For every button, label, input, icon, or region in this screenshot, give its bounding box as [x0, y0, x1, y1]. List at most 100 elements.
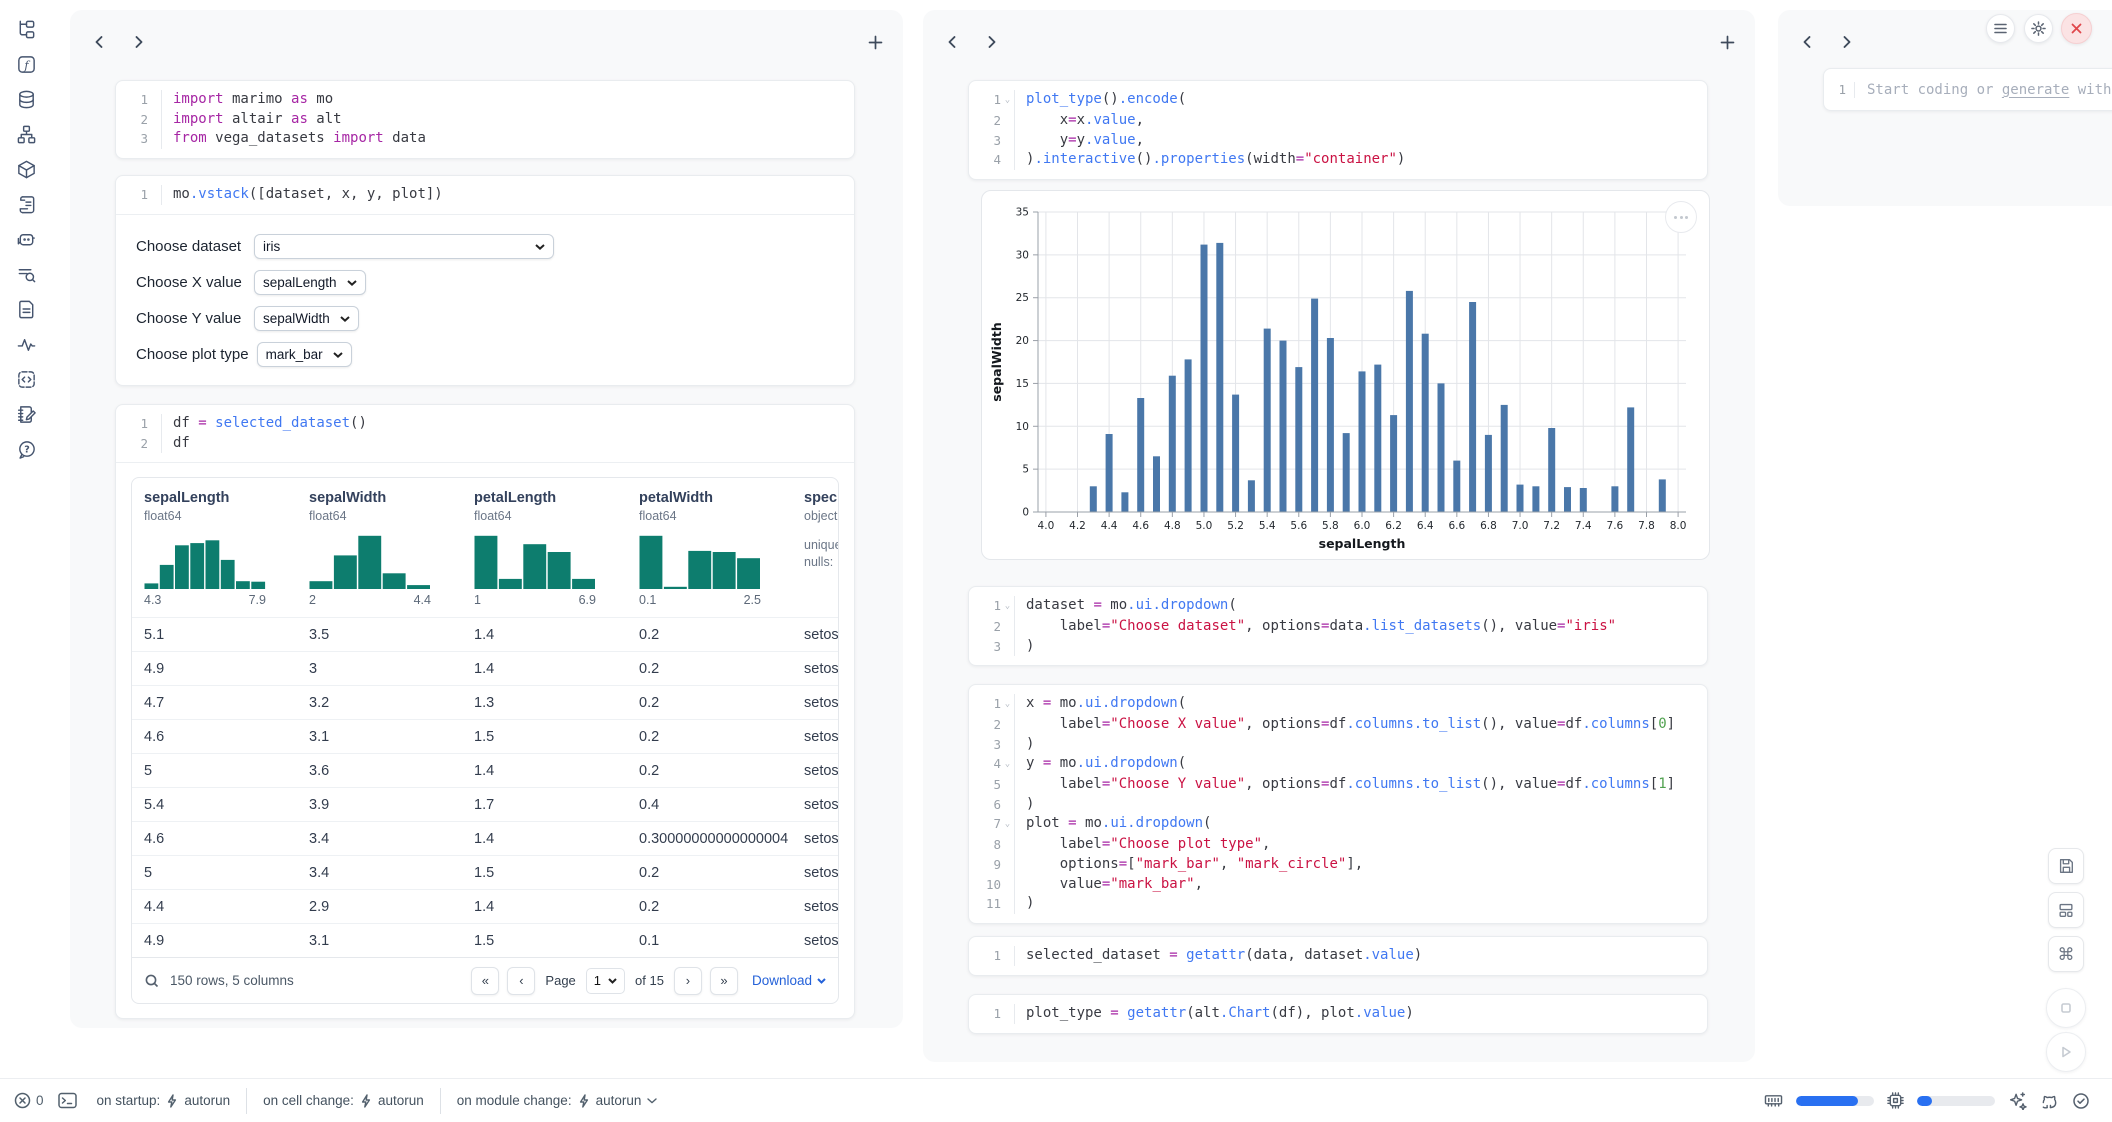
chevron-right-icon[interactable]: [1836, 33, 1858, 51]
fold-chevron-icon[interactable]: ⌄: [1001, 596, 1014, 617]
menu-button[interactable]: [1986, 14, 2015, 43]
runtime-config-menu[interactable]: on cell change:autorun: [257, 1093, 430, 1108]
package-icon[interactable]: [4, 152, 48, 187]
column-name[interactable]: sepalWidth: [309, 490, 462, 506]
file-tree-icon[interactable]: [4, 12, 48, 47]
chart-actions-button[interactable]: [1665, 201, 1697, 233]
terminal-button[interactable]: [58, 1092, 77, 1109]
code-cell-plot-type[interactable]: 1plot_type = getattr(alt.Chart(df), plot…: [968, 994, 1708, 1034]
empty-code-cell[interactable]: 1 Start coding or generate with: [1823, 68, 2112, 111]
chat-bot-icon[interactable]: [4, 222, 48, 257]
code-cell-plot[interactable]: 1⌄plot_type().encode(2 x=x.value,3 y=y.v…: [968, 80, 1708, 180]
code-line[interactable]: 1plot_type = getattr(alt.Chart(df), plot…: [975, 1004, 1695, 1024]
code-line[interactable]: 1df = selected_dataset(): [122, 414, 842, 434]
column-name[interactable]: sepalLength: [144, 490, 297, 506]
code-cell-selected-dataset[interactable]: 1selected_dataset = getattr(data, datase…: [968, 936, 1708, 976]
add-cell-button[interactable]: [1717, 32, 1737, 52]
code-line[interactable]: 9 options=["mark_bar", "mark_circle"],: [975, 855, 1695, 875]
table-column-header[interactable]: petalLengthfloat6416.9: [462, 490, 627, 607]
last-page-button[interactable]: »: [710, 967, 738, 995]
code-line[interactable]: 7⌄plot = mo.ui.dropdown(: [975, 814, 1695, 835]
fold-chevron-icon[interactable]: ⌄: [1001, 90, 1014, 111]
bar-chart[interactable]: 4.04.24.44.64.85.05.25.45.65.86.06.26.46…: [986, 200, 1702, 552]
page-select[interactable]: 1: [586, 968, 625, 994]
database-icon[interactable]: [4, 82, 48, 117]
code-line[interactable]: 4⌄y = mo.ui.dropdown(: [975, 754, 1695, 775]
code-line[interactable]: 1import marimo as mo: [122, 90, 842, 110]
prev-page-button[interactable]: ‹: [507, 967, 535, 995]
code-line[interactable]: 1selected_dataset = getattr(data, datase…: [975, 946, 1695, 966]
chevron-left-icon[interactable]: [1796, 33, 1818, 51]
code-line[interactable]: 6): [975, 795, 1695, 815]
chevron-left-icon[interactable]: [88, 33, 110, 51]
code-line[interactable]: 3 y=y.value,: [975, 131, 1695, 151]
next-page-button[interactable]: ›: [674, 967, 702, 995]
table-column-header[interactable]: sepalWidthfloat6424.4: [297, 490, 462, 607]
code-line[interactable]: 1⌄x = mo.ui.dropdown(: [975, 694, 1695, 715]
code-cell-dataset-dropdown[interactable]: 1⌄dataset = mo.ui.dropdown(2 label="Choo…: [968, 586, 1708, 666]
github-octocat-icon[interactable]: [2040, 1091, 2059, 1110]
code-line[interactable]: 2import altair as alt: [122, 110, 842, 130]
code-line[interactable]: 4).interactive().properties(width="conta…: [975, 150, 1695, 170]
code-cell-dataframe[interactable]: 1df = selected_dataset()2df sepalLengthf…: [115, 404, 855, 1019]
code-line[interactable]: 3from vega_datasets import data: [122, 129, 842, 149]
add-cell-button[interactable]: [865, 32, 885, 52]
code-line[interactable]: 8 label="Choose plot type",: [975, 835, 1695, 855]
chevron-right-icon[interactable]: [128, 33, 150, 51]
table-row[interactable]: 4.73.21.30.2setosa: [132, 685, 839, 719]
code-line[interactable]: 1⌄dataset = mo.ui.dropdown(: [975, 596, 1695, 617]
document-icon[interactable]: [4, 292, 48, 327]
table-row[interactable]: 53.61.40.2setosa: [132, 753, 839, 787]
fold-chevron-icon[interactable]: ⌄: [1001, 754, 1014, 775]
table-row[interactable]: 4.93.11.50.1setosa: [132, 923, 839, 957]
code-line[interactable]: 1⌄plot_type().encode(: [975, 90, 1695, 111]
help-bubble-icon[interactable]: ?: [4, 432, 48, 467]
code-line[interactable]: 5 label="Choose Y value", options=df.col…: [975, 775, 1695, 795]
connection-check-icon[interactable]: [2072, 1092, 2090, 1110]
code-line[interactable]: 1mo.vstack([dataset, x, y, plot]): [122, 185, 842, 205]
chevron-right-icon[interactable]: [981, 33, 1003, 51]
notebook-pen-icon[interactable]: [4, 397, 48, 432]
error-count-indicator[interactable]: 0: [14, 1092, 44, 1109]
ai-sparkles-icon[interactable]: [2008, 1091, 2027, 1110]
x-value-dropdown[interactable]: sepalLength: [254, 270, 366, 295]
download-button[interactable]: Download: [752, 973, 826, 988]
first-page-button[interactable]: «: [471, 967, 499, 995]
save-button[interactable]: [2048, 848, 2084, 884]
code-line[interactable]: 11): [975, 894, 1695, 914]
table-row[interactable]: 5.13.51.40.2setosa: [132, 617, 839, 651]
code-cell-vstack[interactable]: 1mo.vstack([dataset, x, y, plot]) Choose…: [115, 175, 855, 386]
table-row[interactable]: 53.41.50.2setosa: [132, 855, 839, 889]
table-row[interactable]: 4.63.11.50.2setosa: [132, 719, 839, 753]
search-list-icon[interactable]: [4, 257, 48, 292]
table-column-header[interactable]: sepalLengthfloat644.37.9: [132, 490, 297, 607]
table-row[interactable]: 4.63.41.40.30000000000000004setosa: [132, 821, 839, 855]
code-line[interactable]: 3): [975, 735, 1695, 755]
settings-gear-button[interactable]: [2024, 14, 2053, 43]
fold-chevron-icon[interactable]: ⌄: [1001, 814, 1014, 835]
code-line[interactable]: 2 label="Choose X value", options=df.col…: [975, 715, 1695, 735]
column-name[interactable]: petalLength: [474, 490, 627, 506]
code-line[interactable]: 2 x=x.value,: [975, 111, 1695, 131]
plot-type-dropdown[interactable]: mark_bar: [257, 342, 352, 367]
dataset-dropdown[interactable]: iris: [254, 234, 554, 259]
command-palette-button[interactable]: ⌘: [2048, 936, 2084, 972]
close-button[interactable]: [2061, 13, 2092, 44]
code-cell-xy-plot-dropdowns[interactable]: 1⌄x = mo.ui.dropdown(2 label="Choose X v…: [968, 684, 1708, 924]
fold-chevron-icon[interactable]: ⌄: [1001, 694, 1014, 715]
code-line[interactable]: 3): [975, 637, 1695, 657]
code-placeholder[interactable]: Start coding or generate with: [1854, 82, 2111, 98]
runtime-config-menu[interactable]: on module change:autorun: [451, 1093, 664, 1108]
table-row[interactable]: 5.43.91.70.4setosa: [132, 787, 839, 821]
code-cell-imports[interactable]: 1import marimo as mo2import altair as al…: [115, 80, 855, 159]
layout-button[interactable]: [2048, 892, 2084, 928]
stop-button[interactable]: [2046, 988, 2086, 1028]
activity-icon[interactable]: [4, 327, 48, 362]
table-row[interactable]: 4.931.40.2setosa: [132, 651, 839, 685]
run-button[interactable]: [2046, 1032, 2086, 1072]
code-line[interactable]: 2 label="Choose dataset", options=data.l…: [975, 617, 1695, 637]
chevron-left-icon[interactable]: [941, 33, 963, 51]
y-value-dropdown[interactable]: sepalWidth: [254, 306, 359, 331]
runtime-config-menu[interactable]: on startup:autorun: [91, 1093, 237, 1108]
code-square-icon[interactable]: [4, 362, 48, 397]
